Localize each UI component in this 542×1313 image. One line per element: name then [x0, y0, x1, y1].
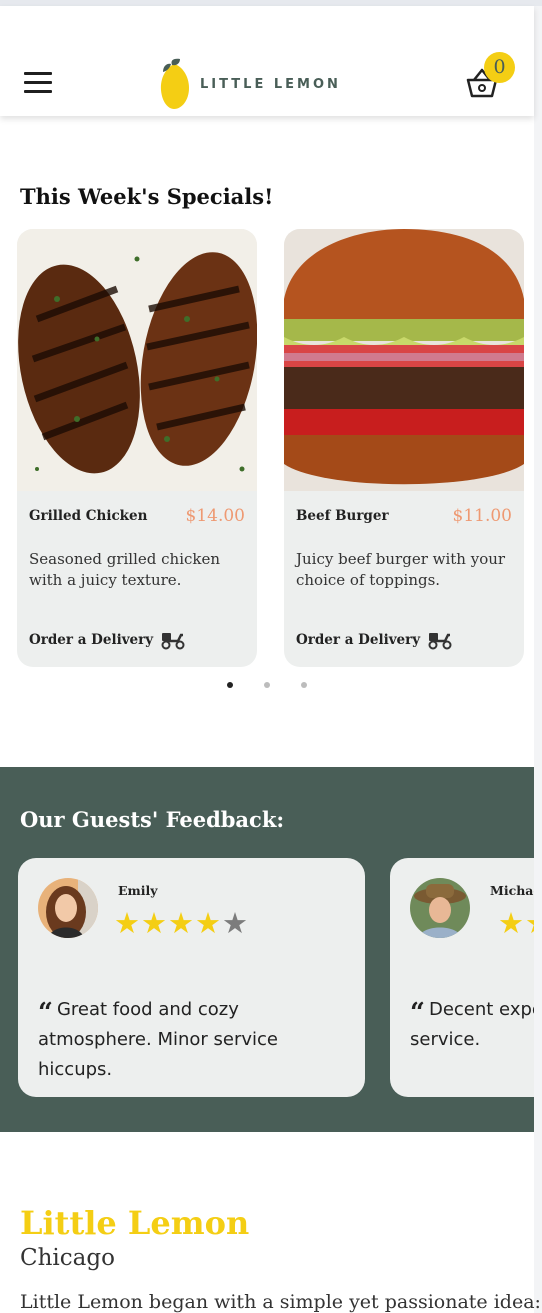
about-title: Little Lemon: [20, 1204, 250, 1242]
about-city: Chicago: [20, 1245, 115, 1271]
item-price: $11.00: [452, 506, 512, 526]
quote-icon: “: [410, 998, 425, 1028]
item-price: $14.00: [185, 506, 245, 526]
delivery-scooter-icon[interactable]: [427, 629, 453, 651]
cart-count-badge[interactable]: 0: [484, 52, 515, 83]
carousel-dot[interactable]: [301, 682, 307, 688]
star-rating: ★★★★★: [498, 906, 534, 940]
item-description: Juicy beef burger with your choice of to…: [296, 550, 506, 589]
lemon-icon: [160, 58, 189, 109]
star-icon: ★: [498, 906, 525, 940]
star-rating: ★★★★★: [114, 906, 249, 940]
star-icon: ★: [168, 906, 195, 940]
feedback-section: Our Guests' Feedback: Emily ★★★★★ “Great…: [0, 767, 534, 1132]
site-header: LITTLE LEMON 0: [0, 6, 534, 116]
order-delivery-link[interactable]: Order a Delivery: [296, 632, 420, 648]
item-name: Grilled Chicken: [29, 508, 148, 524]
hamburger-menu-icon[interactable]: [24, 70, 54, 94]
grilled-chicken-image: [17, 229, 257, 491]
testimonial-card: Michael ★★★★★ “Decent experience, but sl…: [390, 858, 534, 1097]
delivery-scooter-icon[interactable]: [160, 629, 186, 651]
special-card-grilled-chicken[interactable]: Grilled Chicken $14.00 Seasoned grilled …: [17, 229, 257, 667]
star-icon: ★: [195, 906, 222, 940]
testimonial-card: Emily ★★★★★ “Great food and cozy atmosph…: [18, 858, 365, 1097]
star-icon: ★: [525, 906, 534, 940]
about-text: Little Lemon began with a simple yet pas…: [20, 1291, 541, 1313]
reviewer-name: Emily: [118, 883, 158, 898]
scrollbar-track[interactable]: [534, 6, 542, 1313]
special-card-beef-burger[interactable]: Beef Burger $11.00 Juicy beef burger wit…: [284, 229, 524, 667]
star-icon: ★: [141, 906, 168, 940]
carousel-dot-active[interactable]: [227, 682, 233, 688]
star-icon: ★: [222, 906, 249, 940]
specials-title: This Week's Specials!: [20, 184, 274, 209]
reviewer-name: Michael: [490, 883, 534, 898]
review-text: “Decent experience, but slow service.: [410, 998, 534, 1050]
order-delivery-link[interactable]: Order a Delivery: [29, 632, 153, 648]
star-icon: ★: [114, 906, 141, 940]
quote-icon: “: [38, 998, 53, 1028]
brand-name: LITTLE LEMON: [200, 76, 341, 92]
review-text: “Great food and cozy atmosphere. Minor s…: [38, 998, 278, 1080]
beef-burger-image: [284, 229, 524, 491]
carousel-dot[interactable]: [264, 682, 270, 688]
item-name: Beef Burger: [296, 508, 389, 524]
feedback-title: Our Guests' Feedback:: [20, 807, 285, 832]
avatar: [410, 878, 470, 938]
avatar: [38, 878, 98, 938]
item-description: Seasoned grilled chicken with a juicy te…: [29, 550, 221, 589]
brand-logo[interactable]: LITTLE LEMON: [158, 56, 341, 112]
